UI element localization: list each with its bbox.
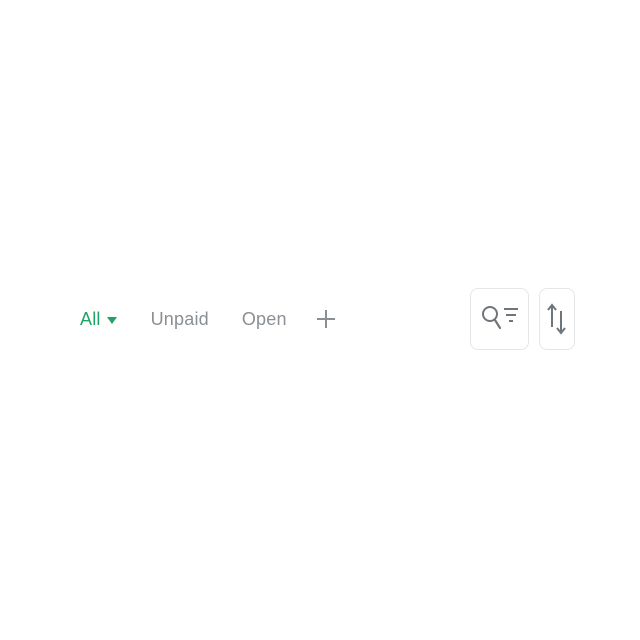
search-filter-icon <box>481 306 518 330</box>
tab-open-label: Open <box>241 308 287 329</box>
tab-open[interactable]: Open <box>242 309 287 330</box>
tab-unpaid[interactable]: Unpaid <box>151 309 209 330</box>
add-tab-plus-icon[interactable] <box>316 310 335 328</box>
caret-down-icon <box>106 316 117 324</box>
page: All Unpaid Open <box>0 0 640 640</box>
sort-button[interactable] <box>539 288 575 350</box>
filter-toolbar: All Unpaid Open <box>0 286 640 352</box>
tab-all-label: All <box>80 308 101 329</box>
tab-all[interactable]: All <box>80 309 117 330</box>
tab-unpaid-label: Unpaid <box>150 308 209 329</box>
search-filter-button[interactable] <box>470 288 529 350</box>
sort-arrows-icon <box>547 303 566 335</box>
tab-bar: All Unpaid Open <box>80 286 335 352</box>
